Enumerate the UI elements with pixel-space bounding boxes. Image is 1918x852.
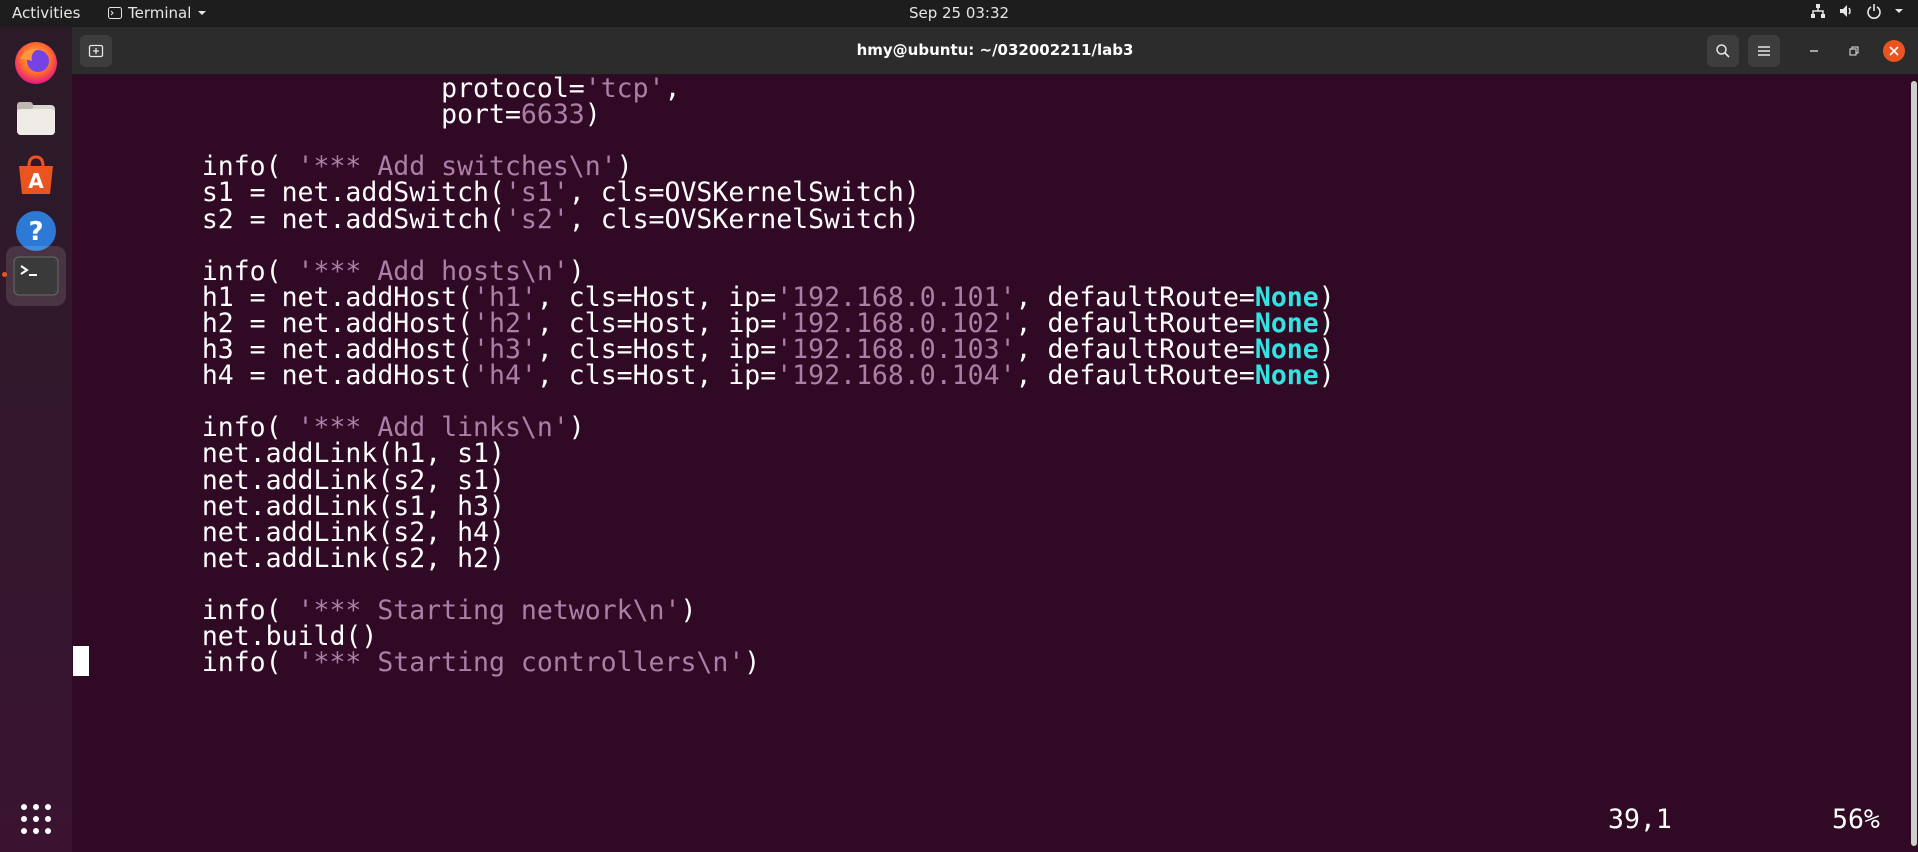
window-title: hmy@ubuntu: ~/032002211/lab3 <box>856 41 1134 59</box>
app-menu[interactable]: Terminal <box>108 4 207 22</box>
text-cursor <box>73 646 89 676</box>
code-text: , cls=Host, ip= <box>536 360 777 392</box>
hamburger-menu-icon <box>1758 46 1770 56</box>
search-button[interactable] <box>1707 35 1739 67</box>
code-line: net.addLink(s2, h2) <box>138 543 505 575</box>
cursor-position: 39,1 <box>1608 804 1672 835</box>
terminal-small-icon <box>108 7 122 19</box>
scrollbar-thumb[interactable] <box>1911 81 1917 846</box>
code-text: , <box>664 73 681 104</box>
menu-button[interactable] <box>1748 35 1780 67</box>
chevron-down-icon <box>198 11 207 15</box>
terminal-window: hmy@ubuntu: ~/032002211/lab3 protocol='t… <box>72 27 1918 852</box>
code-line: h4 = net.addHost('h4', cls=Host, ip='192… <box>138 360 1335 392</box>
code-literal: 's2' <box>504 203 569 235</box>
code-literal: '192.168.0.104' <box>776 360 1016 392</box>
code-line: port=6633) <box>138 99 601 131</box>
activities-button[interactable]: Activities <box>12 4 80 22</box>
app-menu-label: Terminal <box>128 4 192 22</box>
svg-text:A: A <box>28 169 44 193</box>
code-text: ) <box>744 647 761 679</box>
window-header[interactable]: hmy@ubuntu: ~/032002211/lab3 <box>72 27 1918 75</box>
code-line: info( '*** Starting controllers\n') <box>138 647 760 679</box>
terminal-launcher[interactable] <box>6 246 66 306</box>
new-tab-icon <box>88 44 104 58</box>
minimize-button[interactable] <box>1798 35 1830 67</box>
new-tab-button[interactable] <box>80 35 112 67</box>
chevron-down-icon <box>1895 9 1903 13</box>
code-line: s2 = net.addSwitch('s2', cls=OVSKernelSw… <box>138 204 920 236</box>
firefox-launcher[interactable] <box>6 33 66 93</box>
app-store-launcher[interactable]: A <box>6 145 66 205</box>
firefox-icon <box>15 42 57 84</box>
code-text: , defaultRoute= <box>1015 360 1255 392</box>
app-store-icon: A <box>19 155 53 194</box>
code-text: net.addLink(s2, h2) <box>138 542 505 574</box>
code-text: , cls=OVSKernelSwitch) <box>568 203 920 235</box>
show-apps-icon <box>21 804 51 834</box>
files-icon <box>17 102 55 135</box>
code-text: h4 = net.addHost( <box>138 360 474 392</box>
code-keyword: None <box>1254 360 1319 392</box>
code-literal: '*** Starting controllers\n' <box>297 647 745 679</box>
close-button[interactable] <box>1878 35 1910 67</box>
search-icon <box>1716 44 1730 58</box>
code-text: info( <box>138 647 298 679</box>
terminal-icon <box>13 256 59 296</box>
minimize-icon <box>1810 50 1818 52</box>
code-text: port= <box>138 99 521 131</box>
dock: A ? <box>0 27 72 852</box>
code-text: ) <box>584 99 601 131</box>
code-text: ) <box>1318 360 1335 392</box>
terminal-content[interactable]: protocol='tcp', port=6633) info( '*** Ad… <box>72 73 1918 852</box>
code-text: ) <box>680 595 697 626</box>
clock[interactable]: Sep 25 03:32 <box>909 4 1009 22</box>
files-launcher[interactable] <box>6 89 66 149</box>
restore-icon <box>1849 46 1859 56</box>
code-literal: 'h4' <box>473 360 537 392</box>
system-tray[interactable] <box>1810 3 1904 19</box>
power-icon <box>1867 4 1881 19</box>
volume-icon <box>1840 5 1851 17</box>
scroll-percent: 56% <box>1832 804 1880 835</box>
maximize-button[interactable] <box>1838 35 1870 67</box>
show-apps-button[interactable] <box>6 789 66 849</box>
code-text: s2 = net.addSwitch( <box>138 203 505 235</box>
top-bar: Activities Terminal Sep 25 03:32 <box>0 0 1918 27</box>
network-icon <box>1811 4 1825 18</box>
code-text: ) <box>568 412 585 444</box>
code-literal: 6633 <box>520 99 585 131</box>
svg-text:?: ? <box>28 217 43 247</box>
close-icon <box>1883 40 1905 62</box>
scrollbar[interactable] <box>1910 75 1918 852</box>
